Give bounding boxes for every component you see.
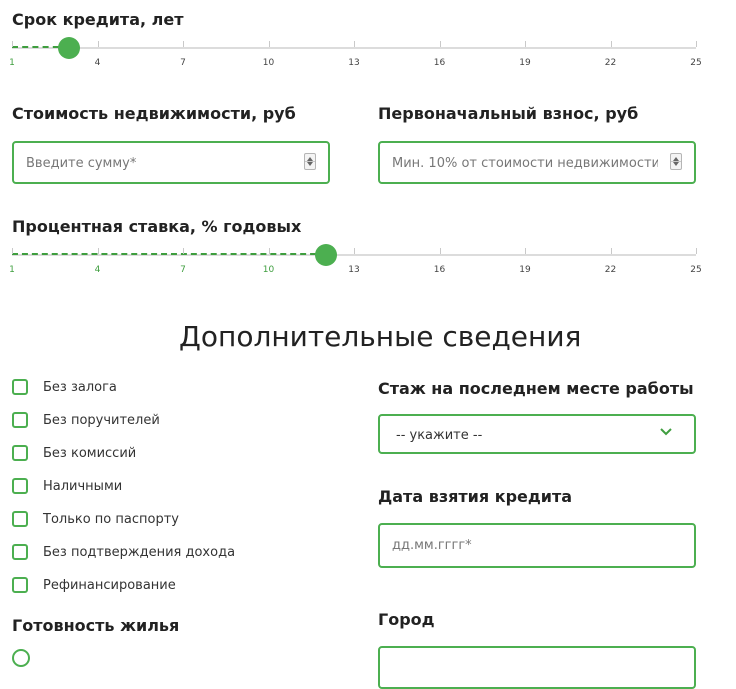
checkbox-label: Без залога — [43, 379, 117, 395]
slider-tick-label: 10 — [262, 265, 275, 275]
date-input[interactable] — [390, 525, 684, 566]
checkbox-label: Без комиссий — [43, 445, 137, 461]
price-label: Стоимость недвижимости, руб — [12, 104, 296, 123]
term-slider-thumb[interactable] — [58, 37, 80, 59]
slider-tick — [439, 248, 441, 254]
date-field[interactable] — [378, 523, 696, 568]
slider-tick-label: 16 — [433, 58, 446, 68]
experience-label: Стаж на последнем месте работы — [378, 379, 694, 398]
experience-selected: -- укажите -- — [396, 428, 483, 443]
price-stepper[interactable] — [304, 153, 316, 170]
checkbox[interactable] — [12, 445, 28, 461]
slider-tick-label: 22 — [604, 265, 617, 275]
slider-tick — [610, 41, 612, 47]
price-field[interactable] — [12, 141, 330, 184]
readiness-radio[interactable] — [12, 649, 30, 667]
checkbox[interactable] — [12, 412, 28, 428]
downpayment-field[interactable] — [378, 141, 696, 184]
slider-tick — [525, 248, 526, 254]
section-title: Дополнительные сведения — [179, 320, 582, 353]
slider-tick — [354, 41, 355, 47]
checkbox-option[interactable]: Наличными — [12, 476, 122, 496]
slider-tick-label: 13 — [348, 58, 360, 68]
rate-slider[interactable] — [12, 244, 697, 266]
slider-tick — [354, 248, 355, 254]
slider-tick — [439, 41, 441, 47]
slider-tick — [696, 248, 697, 254]
stepper-down-icon[interactable] — [307, 162, 313, 166]
rate-slider-fill — [12, 253, 326, 255]
checkbox-option[interactable]: Без комиссий — [12, 443, 136, 463]
slider-tick-label: 13 — [348, 265, 360, 275]
slider-tick-label: 7 — [180, 58, 186, 68]
slider-tick-label: 16 — [433, 265, 446, 275]
slider-tick — [12, 41, 13, 47]
city-label: Город — [378, 610, 435, 629]
checkbox[interactable] — [12, 379, 28, 395]
price-input[interactable] — [24, 143, 294, 184]
checkbox-option[interactable]: Без подтверждения дохода — [12, 542, 235, 562]
slider-tick — [183, 248, 184, 254]
slider-tick — [696, 41, 697, 47]
downpayment-input[interactable] — [390, 143, 660, 184]
term-label: Срок кредита, лет — [12, 10, 184, 29]
checkbox-label: Только по паспорту — [43, 511, 179, 527]
chevron-down-icon — [660, 428, 672, 436]
slider-tick-label: 19 — [519, 265, 531, 275]
experience-select[interactable]: -- укажите -- — [378, 414, 696, 454]
slider-tick-label: 22 — [604, 58, 617, 68]
checkbox-option[interactable]: Без поручителей — [12, 410, 160, 430]
slider-tick-label: 25 — [690, 265, 702, 275]
slider-tick — [12, 248, 13, 254]
checkbox[interactable] — [12, 577, 28, 593]
slider-tick — [525, 41, 526, 47]
term-slider[interactable] — [12, 37, 697, 59]
slider-tick — [97, 248, 99, 254]
checkbox-label: Наличными — [43, 478, 123, 494]
rate-label: Процентная ставка, % годовых — [12, 217, 302, 236]
slider-tick-label: 7 — [180, 265, 186, 275]
checkbox[interactable] — [12, 478, 28, 494]
city-field[interactable] — [378, 646, 696, 689]
date-label: Дата взятия кредита — [378, 487, 573, 506]
rate-slider-thumb[interactable] — [314, 244, 337, 266]
checkbox-label: Без поручителей — [43, 412, 160, 428]
slider-tick — [610, 248, 612, 254]
slider-tick — [183, 41, 184, 47]
slider-tick-label: 1 — [9, 265, 15, 275]
downpayment-stepper[interactable] — [670, 153, 682, 170]
slider-tick-label: 1 — [9, 58, 15, 68]
checkbox[interactable] — [12, 511, 28, 527]
slider-tick-label: 25 — [690, 58, 702, 68]
slider-tick-label: 10 — [262, 58, 275, 68]
checkbox-label: Без подтверждения дохода — [43, 544, 236, 560]
checkbox-label: Рефинансирование — [43, 577, 176, 593]
slider-tick — [268, 248, 270, 254]
slider-tick — [268, 41, 270, 47]
stepper-down-icon[interactable] — [673, 162, 679, 166]
checkbox-option[interactable]: Рефинансирование — [12, 575, 176, 595]
checkbox[interactable] — [12, 544, 28, 560]
checkbox-option[interactable]: Только по паспорту — [12, 509, 179, 529]
slider-tick — [97, 41, 99, 47]
downpayment-label: Первоначальный взнос, руб — [378, 104, 639, 123]
readiness-label: Готовность жилья — [12, 616, 180, 635]
slider-tick-label: 19 — [519, 58, 531, 68]
slider-tick-label: 4 — [94, 265, 101, 275]
slider-tick-label: 4 — [94, 58, 101, 68]
checkbox-option[interactable]: Без залога — [12, 377, 117, 397]
